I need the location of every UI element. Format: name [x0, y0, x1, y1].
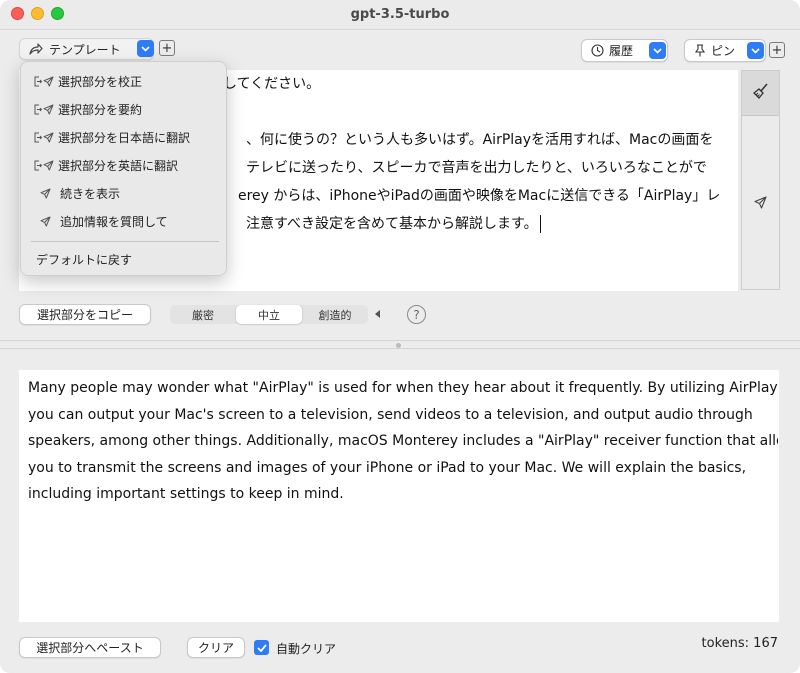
help-button[interactable]: ?	[407, 305, 426, 324]
auto-clear-label[interactable]: 自動クリア	[276, 640, 336, 657]
response-line: you can output your Mac's screen to a te…	[28, 406, 753, 423]
menu-item-continue[interactable]: 続きを表示	[34, 183, 120, 203]
send-button[interactable]	[742, 191, 779, 215]
temperature-option-neutral[interactable]: 中立	[236, 305, 302, 324]
template-dropdown-menu: 選択部分を校正 選択部分を要約 選択部分を日本語に翻訳 選択部分を英語に翻訳 続…	[20, 61, 227, 276]
segment-scroll-arrow-icon	[375, 310, 380, 318]
menu-item-label: 選択部分を日本語に翻訳	[58, 130, 191, 145]
template-button[interactable]: テンプレート	[19, 38, 154, 60]
copy-selection-label: 選択部分をコピー	[36, 308, 133, 322]
response-line: speakers, among other things. Additional…	[28, 433, 778, 449]
menu-item-summarize[interactable]: 選択部分を要約	[34, 99, 142, 119]
insert-send-icon	[34, 160, 58, 171]
menu-item-label: 続きを表示	[60, 186, 121, 201]
share-arrow-icon	[29, 43, 43, 55]
paste-to-selection-button[interactable]: 選択部分へペースト	[19, 637, 161, 658]
response-panel[interactable]: Many people may wonder what "AirPlay" is…	[19, 370, 779, 622]
broom-icon	[752, 82, 770, 104]
pin-dropdown-chevron-icon[interactable]	[747, 42, 764, 59]
insert-send-icon	[34, 104, 58, 115]
title-bar: gpt-3.5-turbo	[0, 0, 800, 30]
send-icon	[34, 188, 60, 199]
response-text[interactable]: Many people may wonder what "AirPlay" is…	[28, 375, 778, 508]
pin-icon	[694, 44, 706, 57]
history-button-label: 履歴	[609, 44, 634, 58]
response-line: including important settings to keep in …	[28, 486, 344, 502]
divider-handle[interactable]	[396, 343, 401, 348]
app-window: gpt-3.5-turbo テンプレート + 履歴 ピン + してください。 、…	[0, 0, 800, 673]
send-icon	[754, 194, 767, 213]
window-title: gpt-3.5-turbo	[350, 7, 450, 22]
menu-item-label: 選択部分を校正	[58, 74, 143, 89]
pin-button-label: ピン	[711, 44, 736, 58]
template-button-label: テンプレート	[49, 42, 121, 57]
template-dropdown-chevron-icon[interactable]	[137, 40, 154, 57]
side-action-column	[741, 70, 780, 290]
response-line: Many people may wonder what "AirPlay" is…	[28, 380, 778, 396]
add-template-button[interactable]: +	[159, 40, 175, 56]
split-view-divider[interactable]	[0, 340, 800, 349]
checkmark-icon	[256, 643, 267, 652]
copy-selection-button[interactable]: 選択部分をコピー	[19, 304, 151, 325]
history-dropdown-chevron-icon[interactable]	[649, 42, 666, 59]
menu-separator	[31, 241, 219, 242]
temperature-option-creative[interactable]: 創造的	[302, 305, 368, 324]
menu-item-proofread[interactable]: 選択部分を校正	[34, 71, 142, 91]
text-caret	[539, 215, 541, 233]
send-icon	[34, 216, 60, 227]
insert-send-icon	[34, 76, 58, 87]
prompt-line: 注意すべき設定を含めて基本から解説します。	[246, 216, 538, 232]
paste-to-selection-label: 選択部分へペースト	[36, 641, 144, 655]
temperature-option-strict[interactable]: 厳密	[170, 305, 236, 324]
clear-button[interactable]: クリア	[187, 637, 245, 658]
auto-clear-checkbox[interactable]	[254, 640, 269, 655]
menu-item-translate-english[interactable]: 選択部分を英語に翻訳	[34, 155, 178, 175]
menu-item-label: 選択部分を要約	[58, 102, 143, 117]
token-count: tokens: 167	[701, 636, 778, 651]
menu-item-ask-more[interactable]: 追加情報を質問して	[34, 211, 168, 231]
clock-icon	[591, 44, 604, 57]
add-pin-button[interactable]: +	[769, 42, 785, 58]
menu-item-label: 追加情報を質問して	[60, 214, 168, 229]
menu-item-reset-default[interactable]: デフォルトに戻す	[36, 249, 132, 269]
menu-item-label: 選択部分を英語に翻訳	[58, 158, 179, 173]
clear-broom-button[interactable]	[742, 71, 779, 116]
temperature-segmented-control[interactable]: 厳密 中立 創造的	[170, 305, 368, 324]
menu-item-translate-japanese[interactable]: 選択部分を日本語に翻訳	[34, 127, 190, 147]
clear-button-label: クリア	[197, 641, 234, 655]
response-line: you to transmit the screens and images o…	[28, 459, 747, 476]
insert-send-icon	[34, 132, 58, 143]
menu-item-label: デフォルトに戻す	[36, 252, 133, 267]
